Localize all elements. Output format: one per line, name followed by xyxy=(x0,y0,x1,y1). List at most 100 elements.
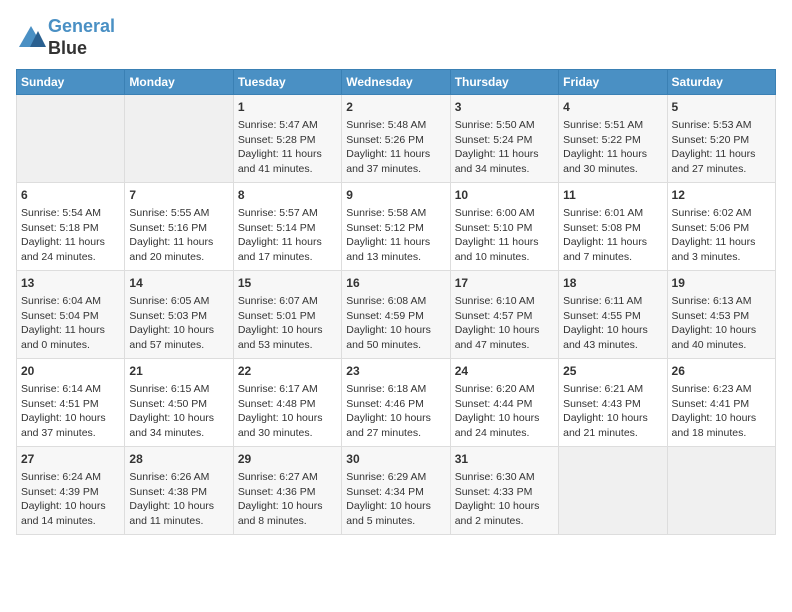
day-info: Daylight: 11 hours and 10 minutes. xyxy=(455,235,554,264)
day-info: Sunrise: 6:02 AM xyxy=(672,206,771,221)
day-info: Daylight: 10 hours and 21 minutes. xyxy=(563,411,662,440)
day-info: Sunset: 5:28 PM xyxy=(238,133,337,148)
weekday-header: Friday xyxy=(559,70,667,95)
day-info: Sunset: 4:48 PM xyxy=(238,397,337,412)
day-info: Daylight: 10 hours and 18 minutes. xyxy=(672,411,771,440)
day-info: Daylight: 11 hours and 13 minutes. xyxy=(346,235,445,264)
calendar-cell: 7Sunrise: 5:55 AMSunset: 5:16 PMDaylight… xyxy=(125,183,233,271)
calendar-week-row: 20Sunrise: 6:14 AMSunset: 4:51 PMDayligh… xyxy=(17,359,776,447)
day-info: Daylight: 11 hours and 20 minutes. xyxy=(129,235,228,264)
calendar-cell: 12Sunrise: 6:02 AMSunset: 5:06 PMDayligh… xyxy=(667,183,775,271)
day-info: Daylight: 10 hours and 30 minutes. xyxy=(238,411,337,440)
calendar-cell: 31 Sunrise: 6:30 AMSunset: 4:33 PMDayligh… xyxy=(450,447,558,535)
day-number: 26 xyxy=(672,363,771,380)
day-info: Daylight: 10 hours and 24 minutes. xyxy=(455,411,554,440)
day-info: Sunset: 4:41 PM xyxy=(672,397,771,412)
day-info: Sunset: 5:14 PM xyxy=(238,221,337,236)
day-info: Daylight: 10 hours and 14 minutes. xyxy=(21,499,120,528)
weekday-header: Tuesday xyxy=(233,70,341,95)
page-header: General Blue xyxy=(16,16,776,59)
day-number: 3 xyxy=(455,99,554,116)
day-number: 25 xyxy=(563,363,662,380)
day-info: Sunset: 5:06 PM xyxy=(672,221,771,236)
calendar-cell: 25Sunrise: 6:21 AMSunset: 4:43 PMDayligh… xyxy=(559,359,667,447)
day-info: Daylight: 11 hours and 7 minutes. xyxy=(563,235,662,264)
day-number: 7 xyxy=(129,187,228,204)
day-info: Sunset: 4:34 PM xyxy=(346,485,445,500)
day-info: Daylight: 11 hours and 17 minutes. xyxy=(238,235,337,264)
header-row: SundayMondayTuesdayWednesdayThursdayFrid… xyxy=(17,70,776,95)
day-info: Sunset: 5:08 PM xyxy=(563,221,662,236)
day-info: Sunset: 5:20 PM xyxy=(672,133,771,148)
day-number: 28 xyxy=(129,451,228,468)
day-number: 20 xyxy=(21,363,120,380)
day-info: Sunrise: 6:07 AM xyxy=(238,294,337,309)
day-info: Sunrise: 6:29 AM xyxy=(346,470,445,485)
calendar-cell: 29Sunrise: 6:27 AMSunset: 4:36 PMDayligh… xyxy=(233,447,341,535)
day-info: Daylight: 10 hours and 11 minutes. xyxy=(129,499,228,528)
calendar-cell: 28Sunrise: 6:26 AMSunset: 4:38 PMDayligh… xyxy=(125,447,233,535)
calendar-cell: 27Sunrise: 6:24 AMSunset: 4:39 PMDayligh… xyxy=(17,447,125,535)
day-info: Daylight: 10 hours and 47 minutes. xyxy=(455,323,554,352)
day-info: Sunset: 5:04 PM xyxy=(21,309,120,324)
day-info: Sunrise: 6:18 AM xyxy=(346,382,445,397)
day-number: 12 xyxy=(672,187,771,204)
calendar-week-row: 13Sunrise: 6:04 AMSunset: 5:04 PMDayligh… xyxy=(17,271,776,359)
day-info: Daylight: 10 hours and 40 minutes. xyxy=(672,323,771,352)
day-info: Daylight: 10 hours and 50 minutes. xyxy=(346,323,445,352)
day-info: Sunset: 4:38 PM xyxy=(129,485,228,500)
day-info: Sunset: 4:57 PM xyxy=(455,309,554,324)
day-number: 14 xyxy=(129,275,228,292)
day-info: Sunrise: 5:57 AM xyxy=(238,206,337,221)
day-info: Sunset: 4:44 PM xyxy=(455,397,554,412)
calendar-cell xyxy=(17,95,125,183)
day-info: Sunrise: 6:10 AM xyxy=(455,294,554,309)
calendar-cell: 3Sunrise: 5:50 AMSunset: 5:24 PMDaylight… xyxy=(450,95,558,183)
day-info: Sunset: 4:50 PM xyxy=(129,397,228,412)
day-info: Sunrise: 6:21 AM xyxy=(563,382,662,397)
day-info: Daylight: 11 hours and 24 minutes. xyxy=(21,235,120,264)
day-info: Daylight: 11 hours and 37 minutes. xyxy=(346,147,445,176)
day-info: Sunrise: 6:30 AM xyxy=(455,470,554,485)
day-number: 11 xyxy=(563,187,662,204)
calendar-cell: 14Sunrise: 6:05 AMSunset: 5:03 PMDayligh… xyxy=(125,271,233,359)
day-info: Sunrise: 5:48 AM xyxy=(346,118,445,133)
day-info: Sunrise: 6:27 AM xyxy=(238,470,337,485)
calendar-cell xyxy=(125,95,233,183)
day-number: 10 xyxy=(455,187,554,204)
day-info: Sunset: 5:03 PM xyxy=(129,309,228,324)
calendar-cell: 20Sunrise: 6:14 AMSunset: 4:51 PMDayligh… xyxy=(17,359,125,447)
day-number: 24 xyxy=(455,363,554,380)
day-info: Sunrise: 5:55 AM xyxy=(129,206,228,221)
calendar-week-row: 27Sunrise: 6:24 AMSunset: 4:39 PMDayligh… xyxy=(17,447,776,535)
weekday-header: Sunday xyxy=(17,70,125,95)
calendar-cell: 8Sunrise: 5:57 AMSunset: 5:14 PMDaylight… xyxy=(233,183,341,271)
day-info: Sunset: 5:22 PM xyxy=(563,133,662,148)
calendar-cell: 9Sunrise: 5:58 AMSunset: 5:12 PMDaylight… xyxy=(342,183,450,271)
day-number: 15 xyxy=(238,275,337,292)
day-info: Sunset: 5:12 PM xyxy=(346,221,445,236)
calendar-cell: 21Sunrise: 6:15 AMSunset: 4:50 PMDayligh… xyxy=(125,359,233,447)
day-info: Daylight: 10 hours and 34 minutes. xyxy=(129,411,228,440)
calendar-cell xyxy=(667,447,775,535)
day-info: Sunrise: 6:20 AM xyxy=(455,382,554,397)
calendar-cell: 1Sunrise: 5:47 AMSunset: 5:28 PMDaylight… xyxy=(233,95,341,183)
day-info: Daylight: 10 hours and 27 minutes. xyxy=(346,411,445,440)
day-number: 17 xyxy=(455,275,554,292)
day-info: Daylight: 10 hours and 2 minutes. xyxy=(455,499,554,528)
calendar-cell: 10Sunrise: 6:00 AMSunset: 5:10 PMDayligh… xyxy=(450,183,558,271)
day-info: Daylight: 10 hours and 5 minutes. xyxy=(346,499,445,528)
day-info: Sunset: 4:33 PM xyxy=(455,485,554,500)
calendar-body: 1Sunrise: 5:47 AMSunset: 5:28 PMDaylight… xyxy=(17,95,776,535)
day-info: Sunrise: 6:24 AM xyxy=(21,470,120,485)
day-number: 31 xyxy=(455,451,554,468)
day-info: Daylight: 11 hours and 41 minutes. xyxy=(238,147,337,176)
day-info: Sunrise: 6:17 AM xyxy=(238,382,337,397)
calendar-cell: 23Sunrise: 6:18 AMSunset: 4:46 PMDayligh… xyxy=(342,359,450,447)
day-info: Daylight: 11 hours and 34 minutes. xyxy=(455,147,554,176)
calendar-cell: 6Sunrise: 5:54 AMSunset: 5:18 PMDaylight… xyxy=(17,183,125,271)
day-number: 30 xyxy=(346,451,445,468)
day-info: Sunrise: 6:15 AM xyxy=(129,382,228,397)
calendar-cell xyxy=(559,447,667,535)
calendar-cell: 13Sunrise: 6:04 AMSunset: 5:04 PMDayligh… xyxy=(17,271,125,359)
